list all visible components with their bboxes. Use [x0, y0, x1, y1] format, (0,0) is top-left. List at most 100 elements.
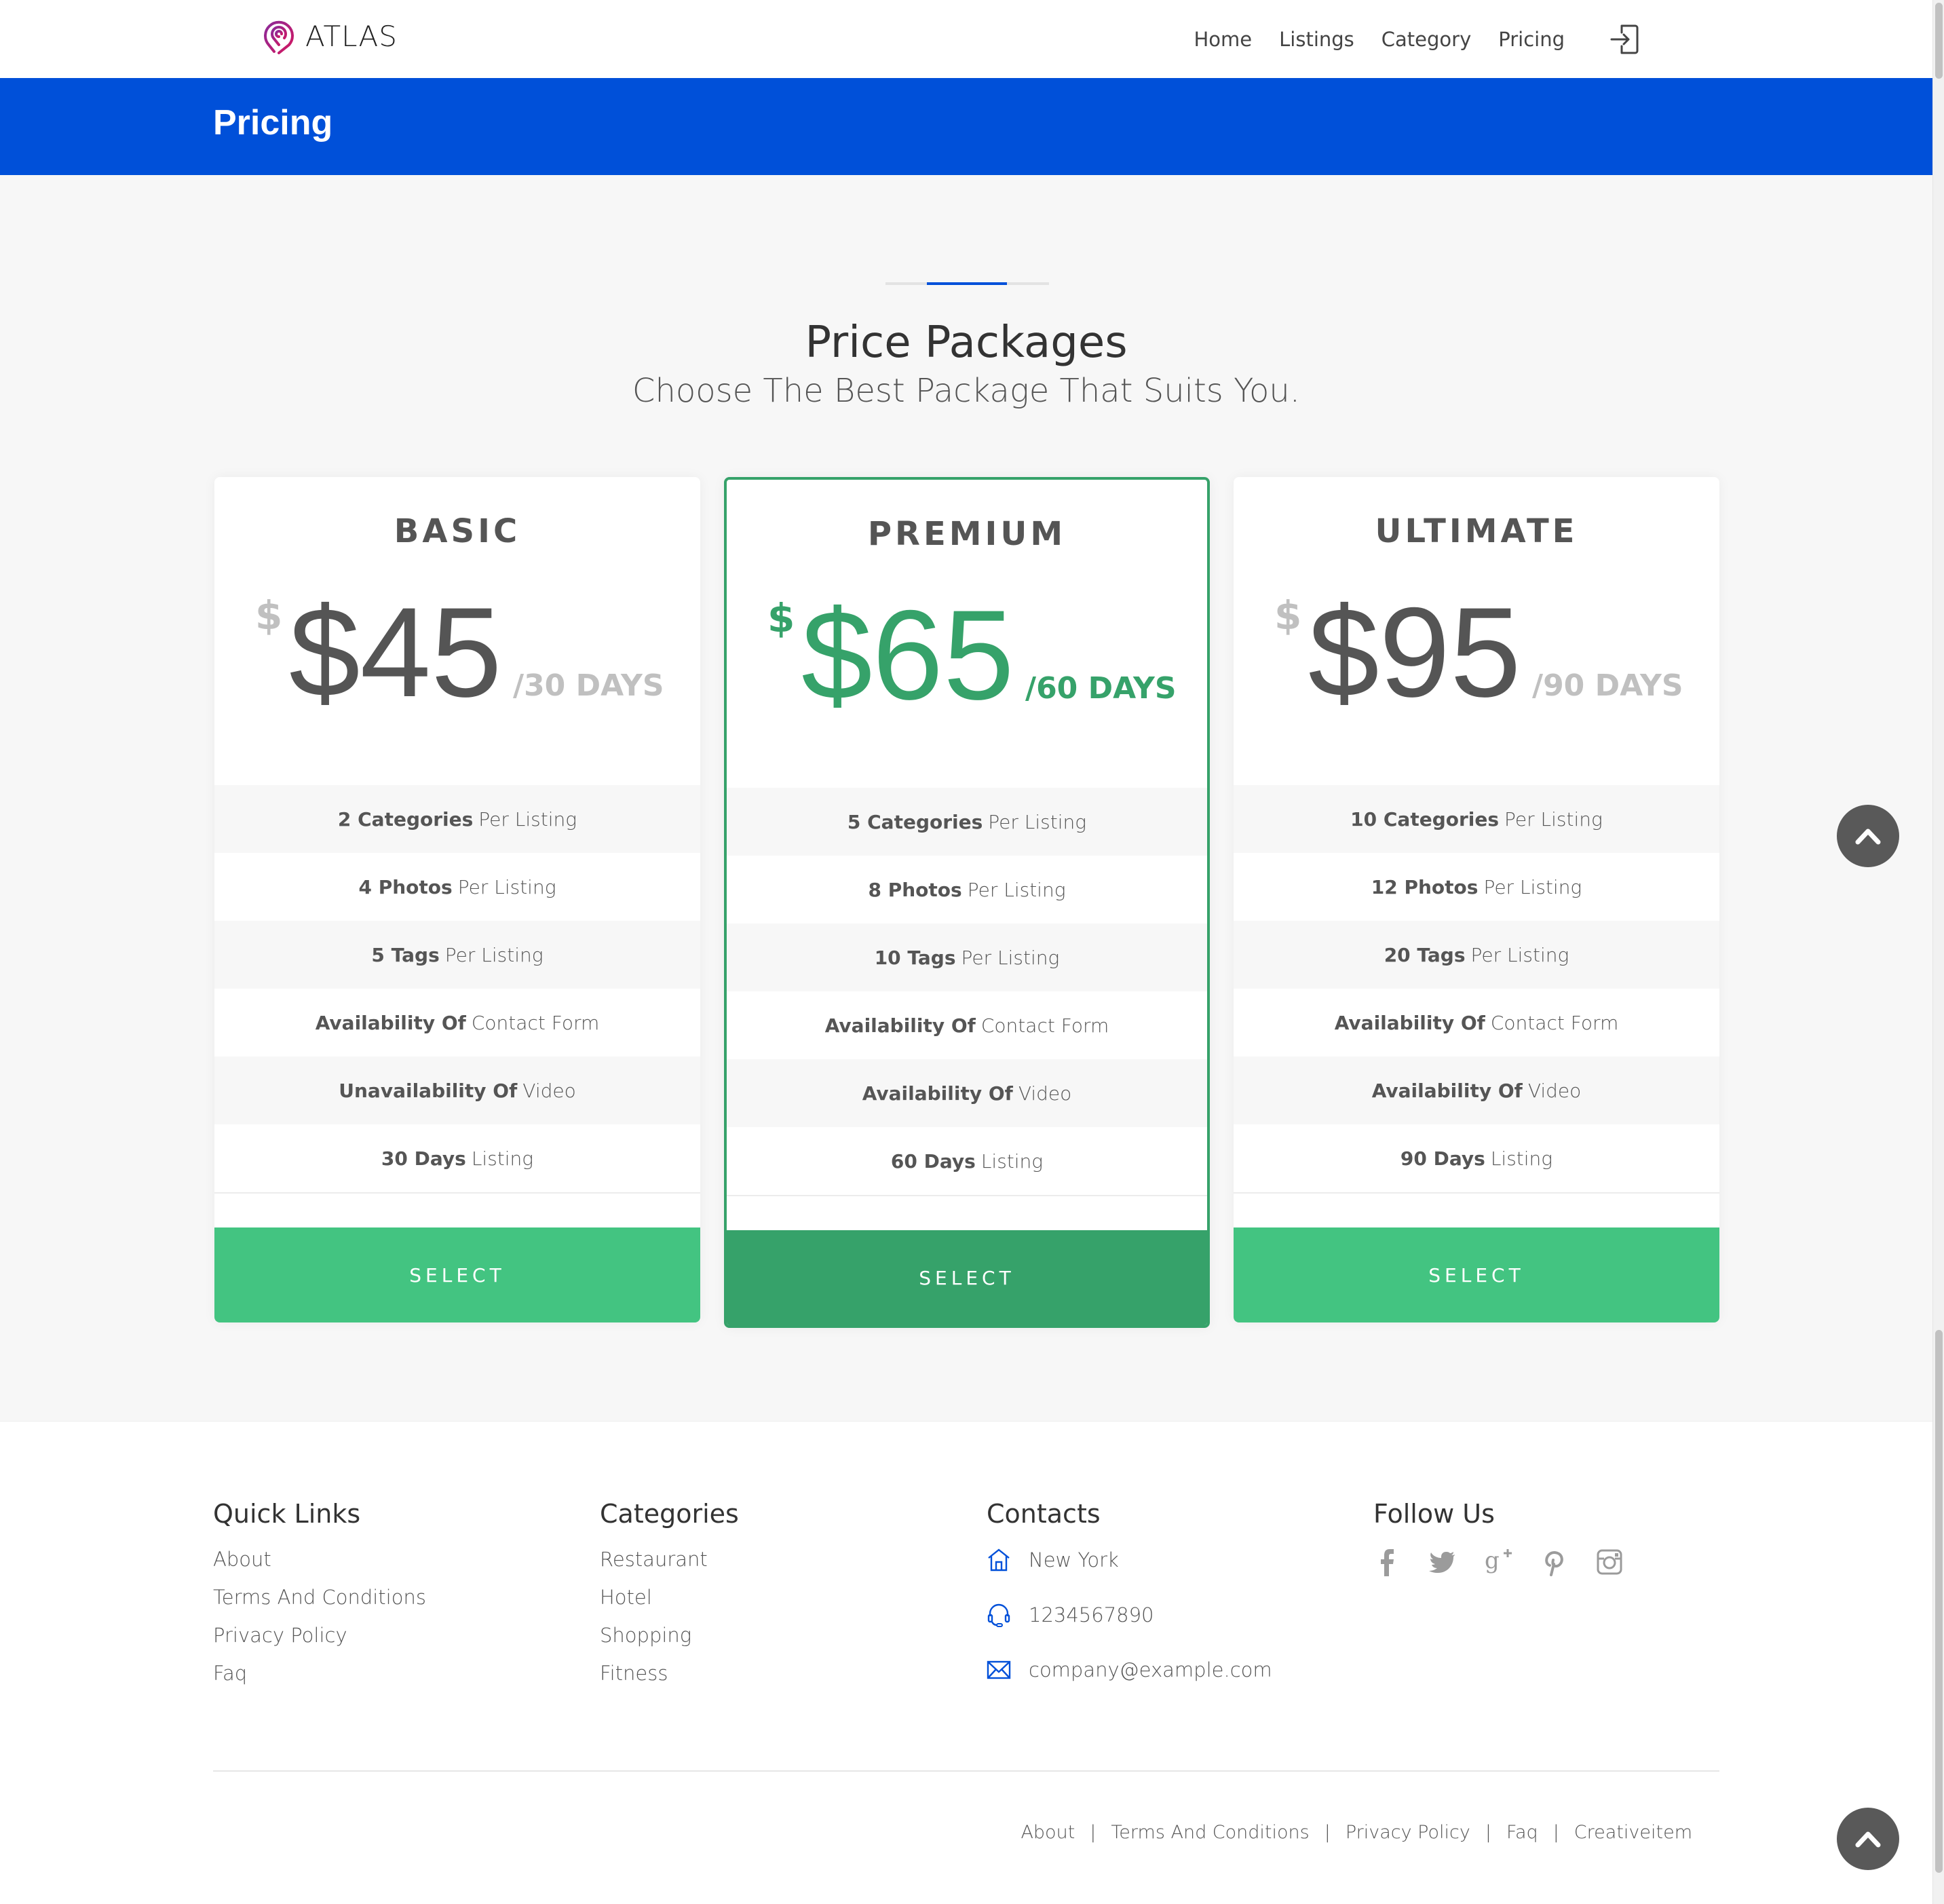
feature-item: 20 Tags Per Listing	[1234, 921, 1719, 989]
chevron-up-icon	[1855, 1831, 1881, 1848]
feature-text: Listing	[471, 1147, 534, 1170]
price-block: $ $65 /60 DAYS	[727, 591, 1207, 788]
plan-card-ultimate: ULTIMATE $ $95 /90 DAYS 10 Categories Per…	[1234, 477, 1719, 1322]
contact-phone: 1234567890	[987, 1603, 1272, 1627]
footer-category-restaurant[interactable]: Restaurant	[600, 1548, 739, 1571]
feature-text: Video	[522, 1079, 576, 1102]
page-scrollbar[interactable]	[1932, 0, 1944, 1904]
feature-bold: Availability Of	[315, 1011, 466, 1034]
feature-item: Availability Of Video	[727, 1059, 1207, 1127]
sign-in-icon[interactable]	[1609, 23, 1639, 56]
feature-bold: 5 Categories	[847, 810, 983, 833]
price-block: $ $95 /90 DAYS	[1234, 588, 1719, 785]
feature-item: 5 Categories Per Listing	[727, 788, 1207, 856]
feature-item: 4 Photos Per Listing	[214, 853, 700, 921]
feature-item: 8 Photos Per Listing	[727, 856, 1207, 924]
footer-link-privacy[interactable]: Privacy Policy	[213, 1624, 426, 1647]
address-text: New York	[1029, 1548, 1119, 1572]
facebook-icon[interactable]	[1373, 1548, 1400, 1576]
google-plus-icon[interactable]: g	[1485, 1547, 1512, 1576]
price-period: /30 DAYS	[513, 668, 664, 703]
social-links: g	[1373, 1547, 1623, 1576]
price-amount: $65	[801, 584, 1014, 726]
home-icon	[988, 1548, 1010, 1572]
nav-home[interactable]: Home	[1194, 28, 1252, 51]
footer-category-hotel[interactable]: Hotel	[600, 1586, 739, 1609]
feature-item: 12 Photos Per Listing	[1234, 853, 1719, 921]
feature-item: 10 Tags Per Listing	[727, 924, 1207, 991]
feature-bold: Availability Of	[1334, 1011, 1485, 1034]
footer-heading: Categories	[600, 1499, 739, 1529]
feature-text: Contact Form	[980, 1014, 1109, 1037]
footer-category-fitness[interactable]: Fitness	[600, 1662, 739, 1685]
feature-list: 10 Categories Per Listing 12 Photos Per Li…	[1234, 785, 1719, 1194]
main-menu: Home Listings Category Pricing	[1166, 23, 1639, 56]
footer-category-shopping[interactable]: Shopping	[600, 1624, 739, 1647]
feature-text: Listing	[980, 1149, 1044, 1173]
select-ultimate-button[interactable]: SELECT	[1234, 1227, 1719, 1322]
map-pin-logo-icon	[264, 20, 294, 54]
footer-divider	[213, 1770, 1719, 1772]
scroll-to-top-button[interactable]	[1837, 1808, 1899, 1870]
plan-card-premium: PREMIUM $ $65 /60 DAYS 5 Categories Per L…	[724, 477, 1210, 1328]
feature-bold: Availability Of	[1371, 1079, 1523, 1102]
twitter-icon[interactable]	[1429, 1548, 1456, 1576]
footer-link-faq[interactable]: Faq	[213, 1662, 426, 1685]
nav-pricing[interactable]: Pricing	[1498, 28, 1565, 51]
nav-category[interactable]: Category	[1381, 28, 1471, 51]
instagram-icon[interactable]	[1596, 1548, 1623, 1576]
feature-bold: 60 Days	[890, 1149, 976, 1173]
currency-symbol: $	[255, 592, 283, 639]
scrollbar-thumb[interactable]	[1935, 3, 1943, 79]
feature-bold: 12 Photos	[1371, 875, 1479, 898]
top-navbar: ATLAS Home Listings Category Pricing	[0, 0, 1932, 78]
brand-name: ATLAS	[305, 19, 398, 53]
bottom-link-faq[interactable]: Faq	[1506, 1822, 1538, 1843]
email-text[interactable]: company@example.com	[1029, 1658, 1272, 1681]
section-subtitle: Choose The Best Package That Suits You.	[632, 372, 1301, 410]
feature-text: Video	[1018, 1082, 1072, 1105]
feature-bold: 8 Photos	[868, 878, 962, 901]
feature-text: Per Listing	[961, 946, 1060, 969]
phone-text: 1234567890	[1029, 1603, 1154, 1626]
scrollbar-thumb[interactable]	[1935, 1330, 1943, 1873]
bottom-link-about[interactable]: About	[1021, 1822, 1075, 1843]
bottom-link-privacy[interactable]: Privacy Policy	[1346, 1822, 1470, 1843]
scroll-to-top-button[interactable]	[1837, 805, 1899, 867]
envelope-icon	[987, 1660, 1011, 1679]
brand-logo[interactable]: ATLAS	[263, 18, 398, 54]
feature-item: 90 Days Listing	[1234, 1124, 1719, 1192]
currency-symbol: $	[1274, 592, 1302, 639]
footer-heading: Contacts	[987, 1499, 1101, 1529]
footer-categories: Categories Restaurant Hotel Shopping Fit…	[600, 1499, 739, 1700]
price-amount: $45	[289, 581, 502, 723]
svg-text:g: g	[1485, 1548, 1500, 1574]
separator: |	[1552, 1822, 1559, 1843]
feature-item: 5 Tags Per Listing	[214, 921, 700, 989]
card-spacer	[214, 1194, 700, 1227]
footer-link-about[interactable]: About	[213, 1548, 426, 1571]
footer-link-terms[interactable]: Terms And Conditions	[213, 1586, 426, 1609]
feature-item: Availability Of Contact Form	[727, 991, 1207, 1059]
select-basic-button[interactable]: SELECT	[214, 1227, 700, 1322]
footer-follow: Follow Us g	[1373, 1499, 1623, 1576]
feature-bold: 2 Categories	[337, 807, 474, 831]
feature-text: Per Listing	[967, 878, 1066, 901]
bottom-link-terms[interactable]: Terms And Conditions	[1111, 1822, 1309, 1843]
feature-bold: 10 Categories	[1350, 807, 1500, 831]
feature-text: Listing	[1490, 1147, 1553, 1170]
bottom-link-creativeitem[interactable]: Creativeitem	[1574, 1822, 1692, 1843]
pinterest-icon[interactable]	[1540, 1548, 1567, 1576]
footer-heading: Follow Us	[1373, 1499, 1495, 1529]
currency-symbol: $	[767, 595, 795, 641]
plan-card-basic: BASIC $ $45 /30 DAYS 2 Categories Per Lis…	[214, 477, 700, 1322]
headset-icon	[987, 1603, 1010, 1627]
footer-quick-links: Quick Links About Terms And Conditions P…	[213, 1499, 426, 1700]
feature-bold: Availability Of	[862, 1082, 1013, 1105]
page-title: Pricing	[213, 103, 333, 142]
feature-item: 60 Days Listing	[727, 1127, 1207, 1195]
feature-item: Availability Of Contact Form	[1234, 989, 1719, 1056]
select-premium-button[interactable]: SELECT	[727, 1230, 1207, 1325]
feature-bold: 5 Tags	[371, 943, 440, 966]
nav-listings[interactable]: Listings	[1279, 28, 1354, 51]
